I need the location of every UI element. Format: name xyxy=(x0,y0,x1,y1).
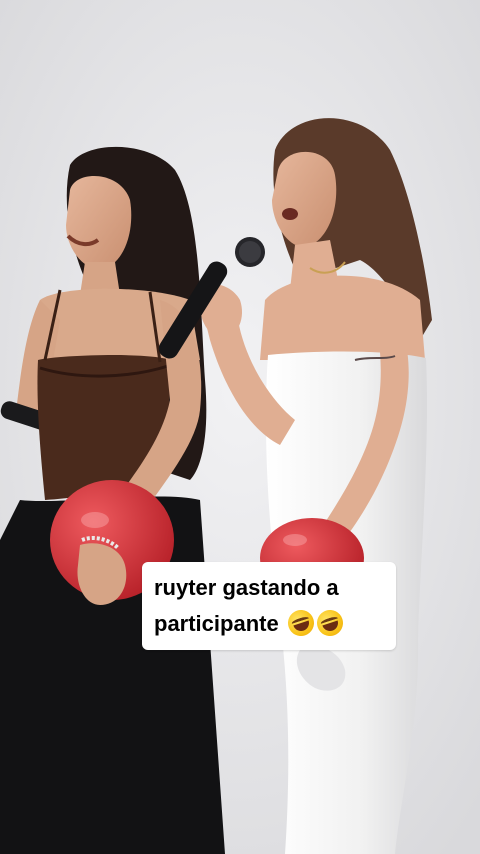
photo-scene xyxy=(0,0,480,854)
video-caption: ruyter gastando a participante xyxy=(142,562,396,650)
video-frame: ruyter gastando a participante xyxy=(0,0,480,854)
rolling-laughing-emoji-icon xyxy=(313,606,347,640)
caption-line-2-text: participante xyxy=(154,611,279,636)
caption-line-1: ruyter gastando a xyxy=(154,575,339,600)
rolling-laughing-emoji-icon xyxy=(284,606,318,640)
caption-line-2: participante xyxy=(154,606,386,642)
